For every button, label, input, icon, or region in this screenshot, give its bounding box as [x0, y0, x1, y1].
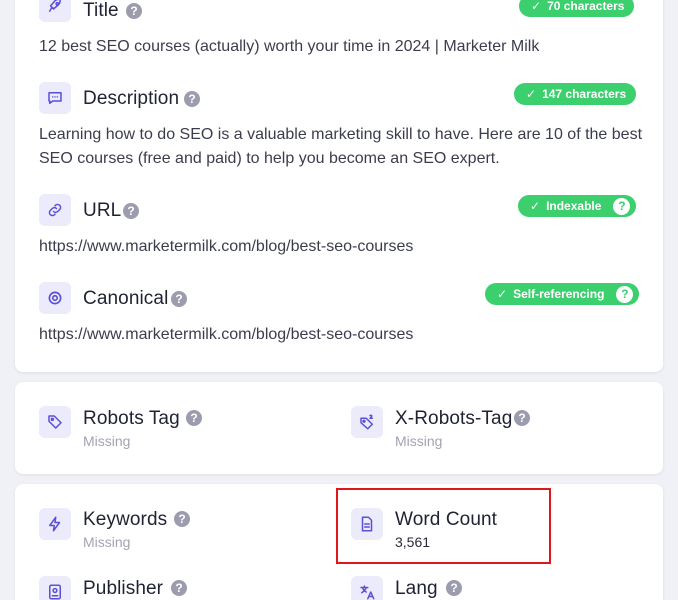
target-icon — [39, 282, 71, 314]
rocket-icon — [39, 0, 71, 22]
canonical-self-referencing-text: Self-referencing — [513, 287, 605, 301]
word-count-highlight-box — [336, 488, 551, 564]
x-robots-tag-help-icon[interactable]: ? — [514, 410, 530, 426]
url-indexable-text: Indexable — [546, 199, 602, 213]
url-label: URL — [83, 200, 122, 221]
check-icon: ✓ — [526, 87, 537, 101]
lang-label: Lang — [395, 578, 438, 599]
check-icon: ✓ — [530, 199, 541, 213]
tag-icon — [39, 406, 71, 438]
robots-tag-status: Missing — [83, 433, 131, 449]
tag-x-icon — [351, 406, 383, 438]
canonical-help-icon[interactable]: ? — [171, 291, 187, 307]
robots-card: Robots Tag ? Missing X-Robots-Tag ? Miss… — [15, 382, 663, 474]
robots-tag-label: Robots Tag — [83, 408, 180, 429]
link-icon — [39, 194, 71, 226]
x-robots-tag-status: Missing — [395, 433, 443, 449]
publisher-help-icon[interactable]: ? — [171, 580, 187, 596]
publisher-label: Publisher — [83, 578, 164, 599]
bolt-icon — [39, 508, 71, 540]
check-icon: ✓ — [531, 0, 542, 13]
self-referencing-help-icon[interactable]: ? — [616, 285, 634, 303]
meta-overview-card: Title ? ✓ 70 characters 12 best SEO cour… — [15, 0, 663, 372]
url-indexable-badge: ✓ Indexable ? — [518, 195, 637, 217]
title-length-text: 70 characters — [547, 0, 625, 13]
lang-help-icon[interactable]: ? — [446, 580, 462, 596]
title-value: 12 best SEO courses (actually) worth you… — [39, 38, 540, 55]
description-value-line2: SEO courses (free and paid) to help you … — [39, 150, 500, 167]
publisher-icon — [39, 576, 71, 600]
keywords-help-icon[interactable]: ? — [174, 511, 190, 527]
description-length-badge: ✓ 147 characters — [514, 83, 637, 105]
title-help-icon[interactable]: ? — [126, 3, 142, 19]
canonical-self-referencing-badge: ✓ Self-referencing ? — [485, 283, 640, 305]
description-help-icon[interactable]: ? — [184, 91, 200, 107]
keywords-status: Missing — [83, 534, 131, 550]
description-value-line1: Learning how to do SEO is a valuable mar… — [39, 126, 643, 143]
description-length-text: 147 characters — [542, 87, 627, 101]
canonical-value: https://www.marketermilk.com/blog/best-s… — [39, 326, 414, 343]
url-value: https://www.marketermilk.com/blog/best-s… — [39, 238, 414, 255]
translate-icon — [351, 576, 383, 600]
keywords-label: Keywords — [83, 509, 168, 530]
x-robots-tag-label: X-Robots-Tag — [395, 408, 513, 429]
description-label: Description — [83, 88, 180, 109]
canonical-label: Canonical — [83, 288, 169, 309]
robots-tag-help-icon[interactable]: ? — [186, 410, 202, 426]
title-label: Title — [83, 0, 119, 21]
url-help-icon[interactable]: ? — [123, 203, 139, 219]
message-icon — [39, 82, 71, 114]
indexable-help-icon[interactable]: ? — [613, 197, 631, 215]
check-icon: ✓ — [497, 287, 508, 301]
title-length-badge: ✓ 70 characters — [519, 0, 635, 17]
